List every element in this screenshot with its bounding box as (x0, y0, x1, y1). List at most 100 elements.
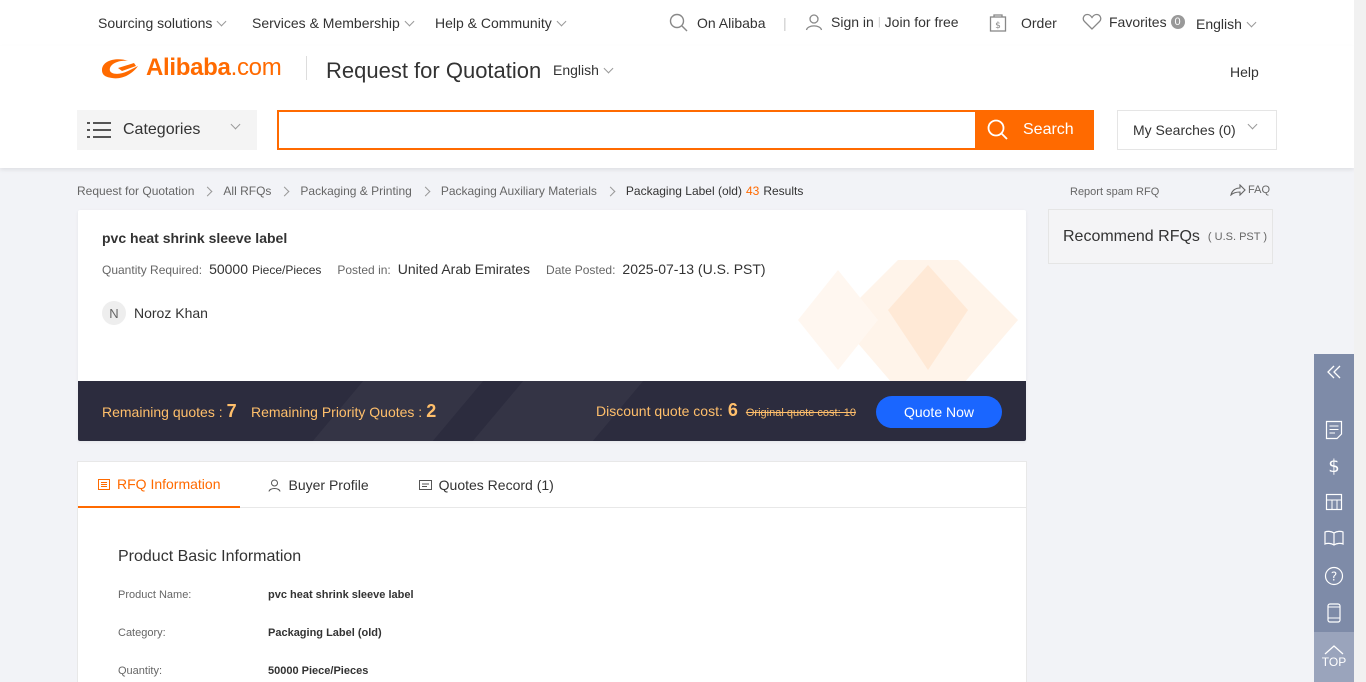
search-button[interactable]: Search (975, 110, 1094, 150)
faq-link[interactable]: FAQ (1230, 184, 1270, 196)
discount-value: 6 (727, 400, 738, 420)
discount-quote-cost: Discount quote cost: 6 Original quote co… (596, 400, 856, 421)
order-label: Order (1021, 15, 1057, 31)
back-to-top-button[interactable]: TOP (1314, 632, 1354, 682)
buyer-info: N Noroz Khan (102, 301, 208, 325)
search-icon (987, 119, 1008, 140)
buyer-name: Noroz Khan (134, 305, 208, 321)
double-chevron-left-icon (1327, 365, 1341, 379)
scrollbar[interactable] (1354, 0, 1366, 682)
tab-buyer-profile[interactable]: Buyer Profile (240, 462, 388, 508)
search-button-label: Search (1023, 121, 1074, 138)
divider: | (877, 16, 881, 28)
chevron-down-icon (404, 16, 415, 26)
quote-now-button[interactable]: Quote Now (876, 396, 1002, 428)
breadcrumb-current: Packaging Label (old) (625, 184, 742, 198)
document-icon (98, 478, 110, 490)
breadcrumb-link[interactable]: Packaging & Printing (300, 184, 411, 198)
rfq-card: pvc heat shrink sleeve label Quantity Re… (78, 210, 1026, 441)
date-posted-value: 2025-07-13 (U.S. PST) (622, 261, 766, 277)
rfq-language-selector[interactable]: English (553, 62, 614, 78)
avatar: N (102, 301, 126, 325)
original-quote-cost: Original quote cost: 10 (745, 407, 856, 419)
sign-in-link[interactable]: Sign in (831, 14, 874, 30)
tab-label: Buyer Profile (288, 477, 369, 493)
chevron-down-icon (556, 16, 567, 26)
search-icon (669, 13, 688, 32)
posted-in-value: United Arab Emirates (397, 261, 531, 277)
info-key: Category: (118, 627, 166, 639)
breadcrumb-link[interactable]: Request for Quotation (77, 184, 194, 198)
alibaba-logo-icon (102, 59, 138, 79)
on-alibaba-label: On Alibaba (697, 15, 766, 31)
help-community-label: Help & Community (435, 15, 552, 31)
chevron-right-icon (279, 186, 290, 196)
remaining-quotes-label: Remaining quotes : (102, 404, 223, 420)
chevron-down-icon (1246, 17, 1257, 27)
user-icon (268, 479, 281, 492)
pricing-button[interactable]: $ (1314, 448, 1354, 484)
tab-rfq-information[interactable]: RFQ Information (78, 462, 241, 508)
discount-label: Discount quote cost: (596, 403, 723, 419)
report-spam-link[interactable]: Report spam RFQ (1070, 186, 1159, 198)
rfq-meta: Quantity Required: 50000 Piece/Pieces Po… (102, 261, 766, 277)
chevron-right-icon (420, 186, 431, 196)
chevron-down-icon (230, 119, 241, 130)
remaining-quotes: Remaining quotes : 7 (102, 401, 237, 422)
help-community-menu[interactable]: Help & Community (435, 15, 567, 31)
results-label: Results (763, 184, 804, 198)
guide-button[interactable] (1314, 520, 1354, 556)
mobile-app-button[interactable] (1314, 595, 1354, 631)
store-button[interactable] (1314, 484, 1354, 520)
timezone-label: ( U.S. PST ) (1207, 230, 1268, 243)
remaining-priority-quotes: Remaining Priority Quotes : 2 (251, 401, 436, 422)
breadcrumb-link[interactable]: All RFQs (223, 184, 271, 198)
dollar-icon: $ (1328, 456, 1339, 476)
store-icon (1325, 493, 1343, 511)
help-link[interactable]: Help (1230, 64, 1259, 80)
search-input[interactable] (277, 110, 975, 150)
rfq-title[interactable]: pvc heat shrink sleeve label (102, 230, 287, 246)
my-searches-label: My Searches (0) (1133, 122, 1236, 138)
order-link[interactable]: $ Order (989, 13, 1057, 33)
divider: | (783, 15, 787, 31)
svg-text:$: $ (995, 21, 1001, 31)
svg-text:$: $ (1328, 456, 1339, 476)
help-button[interactable]: ? (1314, 558, 1354, 594)
join-free-link[interactable]: Join for free (885, 14, 959, 30)
on-alibaba-link[interactable]: On Alibaba (669, 13, 766, 33)
tab-label: Quotes Record (1) (438, 477, 554, 493)
favorites-link[interactable]: Favorites 0 (1082, 13, 1185, 31)
tab-label: RFQ Information (117, 476, 221, 492)
info-row-product-name: Product Name: pvc heat shrink sleeve lab… (118, 589, 414, 601)
services-membership-menu[interactable]: Services & Membership (252, 15, 415, 31)
chevron-down-icon (603, 63, 614, 73)
tab-bar: RFQ Information Buyer Profile Quotes Rec… (78, 462, 1026, 508)
collapse-button[interactable] (1314, 354, 1354, 390)
info-value: 50000 Piece/Pieces (268, 665, 369, 677)
order-icon: $ (989, 14, 1007, 32)
rfq-list-button[interactable] (1314, 412, 1354, 448)
chevron-down-icon (216, 16, 227, 26)
results-count: 43 (745, 184, 760, 198)
alibaba-logo[interactable]: Alibaba.com (98, 54, 282, 82)
faq-label: FAQ (1248, 184, 1271, 196)
breadcrumb: Request for Quotation All RFQs Packaging… (77, 184, 803, 198)
share-arrow-icon (1230, 184, 1246, 196)
list-icon (87, 122, 111, 138)
my-searches-dropdown[interactable]: My Searches (0) (1117, 110, 1277, 150)
remaining-priority-value: 2 (426, 401, 437, 421)
book-icon (1324, 530, 1344, 546)
language-selector[interactable]: English (1196, 16, 1257, 32)
sourcing-solutions-menu[interactable]: Sourcing solutions (98, 15, 227, 31)
tab-quotes-record[interactable]: Quotes Record (1) (389, 462, 574, 508)
date-posted-label: Date Posted: (546, 263, 616, 277)
breadcrumb-link[interactable]: Packaging Auxiliary Materials (441, 184, 597, 198)
question-icon: ? (1324, 566, 1344, 586)
favorites-label: Favorites (1109, 14, 1167, 30)
categories-dropdown[interactable]: Categories (77, 110, 257, 150)
page-title: Request for Quotation (326, 58, 542, 83)
heart-icon (1082, 13, 1102, 30)
record-icon (418, 480, 432, 490)
rfq-language-label: English (553, 62, 599, 78)
